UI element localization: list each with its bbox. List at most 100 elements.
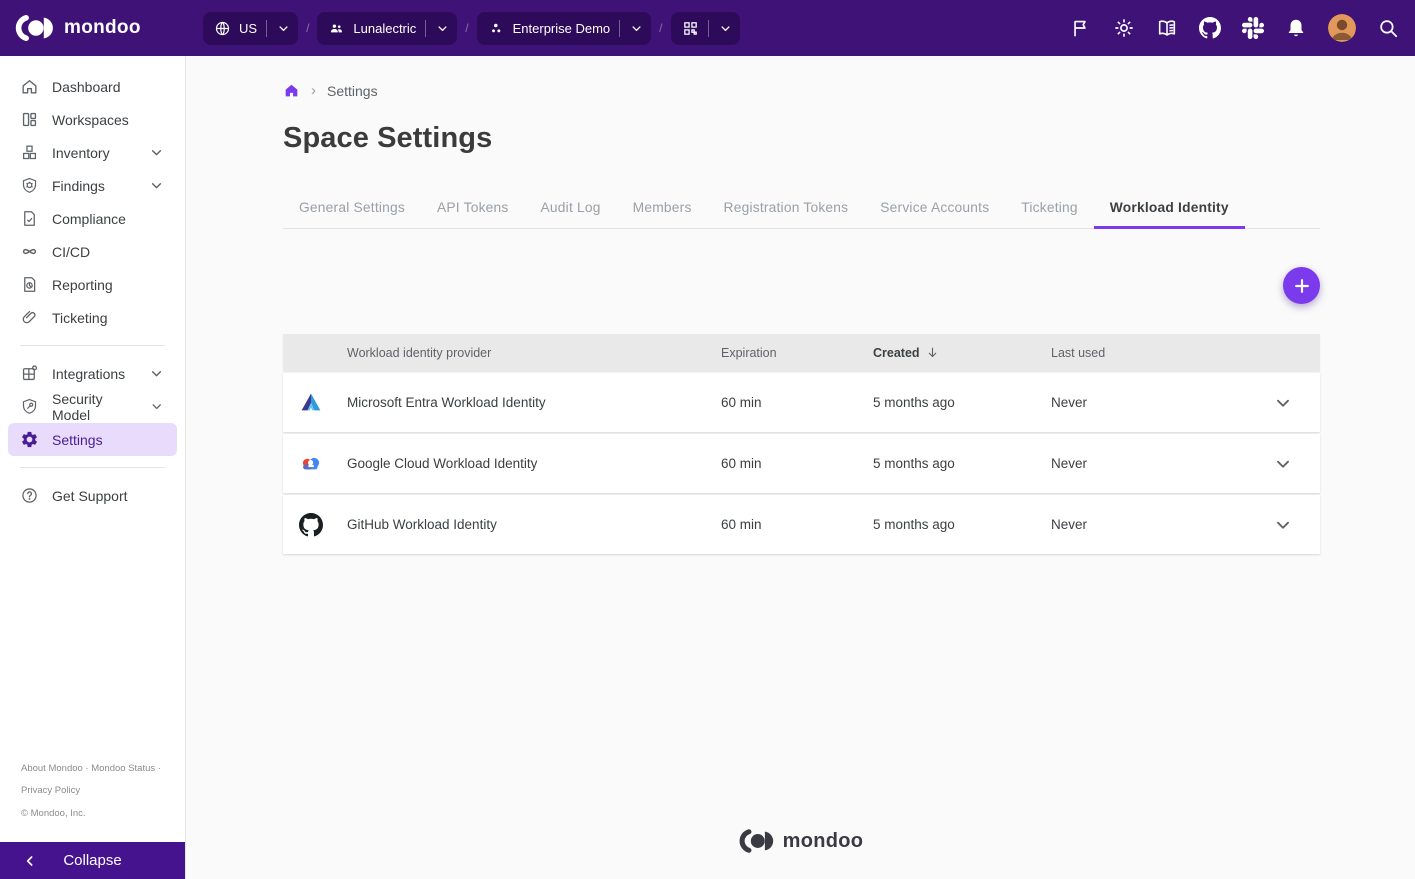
page-title: Space Settings bbox=[283, 122, 493, 154]
topbar-actions bbox=[1070, 14, 1399, 42]
slack-icon[interactable] bbox=[1242, 17, 1264, 39]
toolbar bbox=[283, 267, 1320, 304]
sidebar-item-compliance[interactable]: Compliance bbox=[8, 202, 177, 235]
organization-icon bbox=[331, 23, 343, 32]
sidebar-item-reporting[interactable]: Reporting bbox=[8, 268, 177, 301]
sidebar-item-settings[interactable]: Settings bbox=[8, 423, 177, 456]
breadcrumb: › Settings bbox=[283, 82, 1320, 99]
collapse-sidebar-button[interactable]: Collapse bbox=[0, 842, 185, 879]
sidebar-item-security-model[interactable]: Security Model bbox=[8, 390, 177, 423]
add-workload-identity-button[interactable] bbox=[1283, 267, 1320, 304]
column-header-expiration: Expiration bbox=[721, 345, 777, 360]
tab-registration-tokens[interactable]: Registration Tokens bbox=[708, 188, 865, 228]
column-header-provider: Workload identity provider bbox=[347, 345, 492, 360]
sort-descending-icon bbox=[928, 347, 936, 358]
chevron-down-icon[interactable] bbox=[148, 177, 165, 194]
ticketing-paperclip-icon bbox=[20, 308, 39, 327]
expiration-value: 60 min bbox=[721, 456, 762, 471]
sidebar-nav: Dashboard Workspaces Inventory Findings bbox=[0, 56, 185, 512]
chevron-down-icon[interactable] bbox=[276, 21, 291, 36]
search-icon[interactable] bbox=[1377, 17, 1399, 39]
last-used-value: Never bbox=[1051, 517, 1088, 532]
sidebar-item-label: Reporting bbox=[52, 276, 113, 293]
mondoo-logo[interactable]: mondoo bbox=[14, 15, 203, 41]
provider-name: Microsoft Entra Workload Identity bbox=[347, 395, 546, 410]
sidebar-item-findings[interactable]: Findings bbox=[8, 169, 177, 202]
region-selector[interactable]: US bbox=[203, 11, 299, 45]
chevron-down-icon[interactable] bbox=[148, 144, 165, 161]
github-icon[interactable] bbox=[1199, 17, 1221, 39]
expand-row-chevron-icon[interactable] bbox=[1272, 453, 1294, 475]
chevron-down-icon[interactable] bbox=[718, 21, 733, 36]
breadcrumb-home-icon[interactable] bbox=[283, 82, 300, 99]
sidebar-item-integrations[interactable]: Integrations bbox=[8, 357, 177, 390]
sidebar-item-cicd[interactable]: CI/CD bbox=[8, 235, 177, 268]
flag-icon[interactable] bbox=[1070, 17, 1092, 39]
column-header-created[interactable]: Created bbox=[873, 345, 1051, 360]
sidebar-item-label: CI/CD bbox=[52, 243, 91, 260]
sidebar-item-label: Security Model bbox=[52, 390, 103, 423]
globe-icon bbox=[215, 21, 230, 35]
workspaces-icon bbox=[20, 110, 39, 129]
table-row[interactable]: Microsoft Entra Workload Identity 60 min… bbox=[283, 373, 1320, 432]
chevron-down-icon[interactable] bbox=[629, 21, 644, 36]
workspace-grid-icon bbox=[683, 21, 697, 35]
sidebar-item-workspaces[interactable]: Workspaces bbox=[8, 103, 177, 136]
context-separator: / bbox=[465, 21, 469, 35]
footer-privacy-policy[interactable]: Privacy Policy bbox=[21, 780, 177, 802]
tab-ticketing[interactable]: Ticketing bbox=[1005, 188, 1094, 228]
chevron-down-icon[interactable] bbox=[435, 21, 450, 36]
chevron-down-icon[interactable] bbox=[149, 398, 165, 415]
sidebar-item-get-support[interactable]: Get Support bbox=[8, 479, 177, 512]
footer-copyright: © Mondoo, Inc. bbox=[21, 807, 86, 819]
sidebar-item-dashboard[interactable]: Dashboard bbox=[8, 70, 177, 103]
region-label: US bbox=[239, 20, 258, 36]
docs-icon[interactable] bbox=[1156, 17, 1178, 39]
column-header-created-label: Created bbox=[873, 345, 920, 360]
table-header-row: Workload identity provider Expiration Cr… bbox=[283, 334, 1320, 371]
sidebar-item-inventory[interactable]: Inventory bbox=[8, 136, 177, 169]
tab-api-tokens[interactable]: API Tokens bbox=[421, 188, 525, 228]
user-avatar[interactable] bbox=[1328, 14, 1356, 42]
breadcrumb-current: Settings bbox=[327, 82, 378, 99]
breadcrumb-separator: › bbox=[311, 82, 316, 99]
sidebar-item-label: Findings bbox=[52, 177, 105, 194]
space-icon bbox=[491, 23, 500, 32]
tab-general-settings[interactable]: General Settings bbox=[283, 188, 421, 228]
home-icon bbox=[20, 77, 39, 96]
tab-audit-log[interactable]: Audit Log bbox=[525, 188, 617, 228]
table-row[interactable]: Google Cloud Workload Identity 60 min 5 … bbox=[283, 434, 1320, 493]
tab-workload-identity[interactable]: Workload Identity bbox=[1093, 188, 1245, 229]
workspace-picker[interactable] bbox=[670, 11, 740, 45]
expand-row-chevron-icon[interactable] bbox=[1272, 392, 1294, 414]
organization-selector[interactable]: Lunalectric bbox=[317, 11, 458, 45]
plus-icon bbox=[1294, 278, 1309, 293]
space-label: Enterprise Demo bbox=[512, 20, 611, 36]
table-row[interactable]: GitHub Workload Identity 60 min 5 months… bbox=[283, 495, 1320, 554]
created-value: 5 months ago bbox=[873, 456, 955, 471]
app-window: mondoo US / Lunalectric / Enterprise Dem… bbox=[0, 0, 1415, 879]
cicd-infinity-icon bbox=[20, 242, 39, 261]
tab-members[interactable]: Members bbox=[617, 188, 708, 228]
created-value: 5 months ago bbox=[873, 395, 955, 410]
footer-links-line1[interactable]: About Mondoo · Mondoo Status · bbox=[21, 758, 177, 780]
chevron-down-icon[interactable] bbox=[148, 365, 165, 382]
sidebar-item-label: Get Support bbox=[52, 487, 128, 504]
sidebar-item-ticketing[interactable]: Ticketing bbox=[8, 301, 177, 334]
last-used-value: Never bbox=[1051, 395, 1088, 410]
notifications-icon[interactable] bbox=[1285, 17, 1307, 39]
mondoo-footer-logo-icon bbox=[738, 829, 775, 853]
theme-toggle-icon[interactable] bbox=[1113, 17, 1135, 39]
compliance-doc-icon bbox=[20, 209, 39, 228]
sidebar-item-label: Integrations bbox=[52, 365, 126, 382]
column-header-last-used: Last used bbox=[1051, 345, 1106, 360]
provider-name: GitHub Workload Identity bbox=[347, 517, 497, 532]
pill-divider bbox=[266, 19, 268, 37]
expand-row-chevron-icon[interactable] bbox=[1272, 514, 1294, 536]
findings-bug-icon bbox=[20, 176, 39, 195]
chevron-left-icon bbox=[26, 855, 33, 866]
integrations-icon bbox=[20, 364, 39, 383]
space-selector[interactable]: Enterprise Demo bbox=[476, 11, 652, 45]
footer-brand-name: mondoo bbox=[782, 829, 864, 852]
tab-service-accounts[interactable]: Service Accounts bbox=[864, 188, 1005, 228]
